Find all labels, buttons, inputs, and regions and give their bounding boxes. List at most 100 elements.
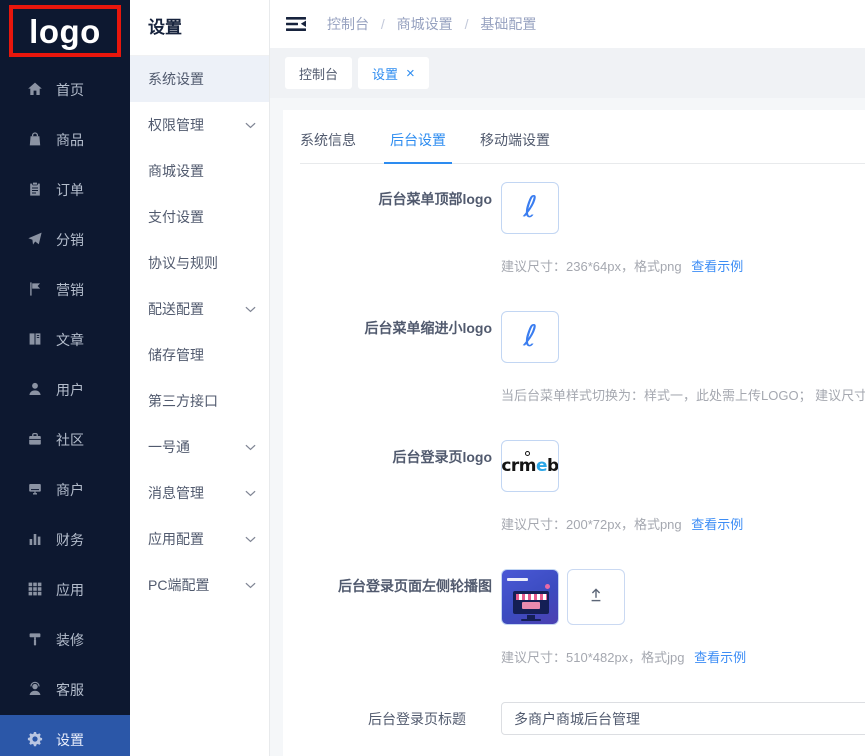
sidebar-item[interactable]: 财务: [0, 515, 130, 565]
submenu-item[interactable]: 权限管理: [130, 102, 269, 148]
menu-top-logo-upload[interactable]: ℓ: [501, 182, 559, 234]
breadcrumb-item[interactable]: 商城设置: [397, 16, 453, 32]
submenu-item[interactable]: 储存管理: [130, 332, 269, 378]
chevron-down-icon: [245, 490, 256, 497]
submenu-list: 系统设置 权限管理 商城设置 支付设置 协议与规则 配送配置: [130, 56, 269, 608]
login-title-input[interactable]: [501, 702, 865, 735]
view-example-link[interactable]: 查看示例: [691, 259, 743, 274]
home-icon: [27, 81, 43, 100]
submenu-item[interactable]: 系统设置: [130, 56, 269, 102]
submenu-item[interactable]: 配送配置: [130, 286, 269, 332]
sidebar-item[interactable]: 客服: [0, 665, 130, 715]
distribution-icon: [27, 231, 43, 250]
sidebar-item[interactable]: 订单: [0, 165, 130, 215]
topbar: 控制台 / 商城设置 / 基础配置: [270, 0, 865, 48]
submenu-item[interactable]: 应用配置: [130, 516, 269, 562]
sidebar-item[interactable]: 营销: [0, 265, 130, 315]
carousel-upload-button[interactable]: [567, 569, 625, 625]
logo-e-glyph: ℓ: [522, 192, 537, 223]
submenu-item-label: 消息管理: [148, 483, 204, 503]
form-row-login-title: 后台登录页标题: [300, 702, 865, 735]
submenu-item[interactable]: 支付设置: [130, 194, 269, 240]
main-sidebar: logo 首页 商品 订单 分销 营销: [0, 0, 130, 756]
close-icon[interactable]: ×: [406, 66, 415, 81]
field-label: 后台登录页标题: [300, 702, 492, 729]
sidebar-item-label: 商品: [56, 130, 84, 150]
submenu-item-label: 应用配置: [148, 529, 204, 549]
login-logo-upload[interactable]: crmeb: [501, 440, 559, 492]
orders-icon: [27, 181, 43, 200]
settings-submenu: 设置 系统设置 权限管理 商城设置 支付设置 协议与规则: [130, 0, 270, 756]
crmeb-logo: crmeb: [501, 456, 558, 476]
breadcrumb-item[interactable]: 控制台: [327, 16, 369, 32]
tab-system-info[interactable]: 系统信息: [300, 130, 356, 150]
upload-icon: [586, 586, 606, 609]
chevron-down-icon: [245, 582, 256, 589]
app-layout: logo 首页 商品 订单 分销 营销: [0, 0, 865, 756]
breadcrumb-item[interactable]: 基础配置: [480, 16, 536, 32]
field-label: 后台登录页面左侧轮播图: [300, 569, 492, 596]
sidebar-item-label: 用户: [56, 380, 84, 400]
tab-admin-settings[interactable]: 后台设置: [390, 130, 446, 150]
tab-mobile-settings[interactable]: 移动端设置: [480, 130, 550, 150]
sidebar-item-label: 设置: [56, 730, 84, 750]
submenu-item[interactable]: 商城设置: [130, 148, 269, 194]
chevron-down-icon: [245, 306, 256, 313]
sidebar-item[interactable]: 装修: [0, 615, 130, 665]
sidebar-item[interactable]: 用户: [0, 365, 130, 415]
view-example-link[interactable]: 查看示例: [691, 517, 743, 532]
carousel-thumbnail[interactable]: [501, 569, 559, 625]
goods-icon: [27, 131, 43, 150]
sidebar-item-label: 客服: [56, 680, 84, 700]
breadcrumb-separator: /: [381, 16, 385, 32]
hint-text: 建议尺寸：510*482px，格式jpg: [501, 650, 685, 665]
hint-text: 当后台菜单样式切换为：样式一，此处需上传LOGO； 建议尺寸: [501, 388, 865, 403]
submenu-item[interactable]: 协议与规则: [130, 240, 269, 286]
submenu-item[interactable]: 第三方接口: [130, 378, 269, 424]
form-row-menu-top-logo: 后台菜单顶部logo ℓ 建议尺寸：236*64px，格式png 查看示例: [300, 182, 865, 275]
main-area: 控制台 / 商城设置 / 基础配置 控制台 设置 × 系统信息 后台设置 移动端: [270, 0, 865, 756]
sidebar-item[interactable]: 商品: [0, 115, 130, 165]
submenu-item[interactable]: PC端配置: [130, 562, 269, 608]
field-hint: 建议尺寸：236*64px，格式png 查看示例: [501, 256, 743, 275]
content-area: 系统信息 后台设置 移动端设置 后台菜单顶部logo ℓ 建议尺寸：23: [270, 98, 865, 756]
sidebar-item[interactable]: 商户: [0, 465, 130, 515]
decoration-icon: [27, 631, 43, 650]
tag-settings[interactable]: 设置 ×: [358, 57, 429, 89]
submenu-item-label: 一号通: [148, 437, 190, 457]
users-icon: [27, 381, 43, 400]
field-label: 后台菜单顶部logo: [300, 182, 492, 209]
sidebar-item[interactable]: 社区: [0, 415, 130, 465]
open-tags-bar: 控制台 设置 ×: [270, 48, 865, 98]
tag-label: 设置: [372, 64, 398, 83]
logo-e-glyph: ℓ: [522, 321, 537, 352]
sidebar-item-label: 订单: [56, 180, 84, 200]
form-row-menu-small-logo: 后台菜单缩进小logo ℓ 当后台菜单样式切换为：样式一，此处需上传LOGO； …: [300, 311, 865, 404]
submenu-item[interactable]: 一号通: [130, 424, 269, 470]
tag-console[interactable]: 控制台: [285, 57, 352, 89]
submenu-item-label: 协议与规则: [148, 253, 218, 273]
content-tabs: 系统信息 后台设置 移动端设置: [300, 130, 865, 164]
menu-fold-icon[interactable]: [285, 15, 307, 33]
sidebar-item-label: 分销: [56, 230, 84, 250]
sidebar-item-label: 首页: [56, 80, 84, 100]
sidebar-item[interactable]: 应用: [0, 565, 130, 615]
submenu-item-label: 第三方接口: [148, 391, 218, 411]
submenu-item[interactable]: 消息管理: [130, 470, 269, 516]
submenu-item-label: 配送配置: [148, 299, 204, 319]
chevron-down-icon: [245, 444, 256, 451]
sidebar-item[interactable]: 首页: [0, 65, 130, 115]
menu-small-logo-upload[interactable]: ℓ: [501, 311, 559, 363]
tag-label: 控制台: [299, 64, 338, 83]
sidebar-item[interactable]: 文章: [0, 315, 130, 365]
logo-text: logo: [29, 15, 101, 48]
sidebar-item[interactable]: 设置: [0, 715, 130, 756]
view-example-link[interactable]: 查看示例: [694, 650, 746, 665]
submenu-item-label: 系统设置: [148, 69, 204, 89]
submenu-item-label: 支付设置: [148, 207, 204, 227]
hint-text: 建议尺寸：200*72px，格式png: [501, 517, 682, 532]
submenu-item-label: 储存管理: [148, 345, 204, 365]
breadcrumb: 控制台 / 商城设置 / 基础配置: [327, 14, 536, 34]
field-label: 后台登录页logo: [300, 440, 492, 467]
sidebar-item[interactable]: 分销: [0, 215, 130, 265]
